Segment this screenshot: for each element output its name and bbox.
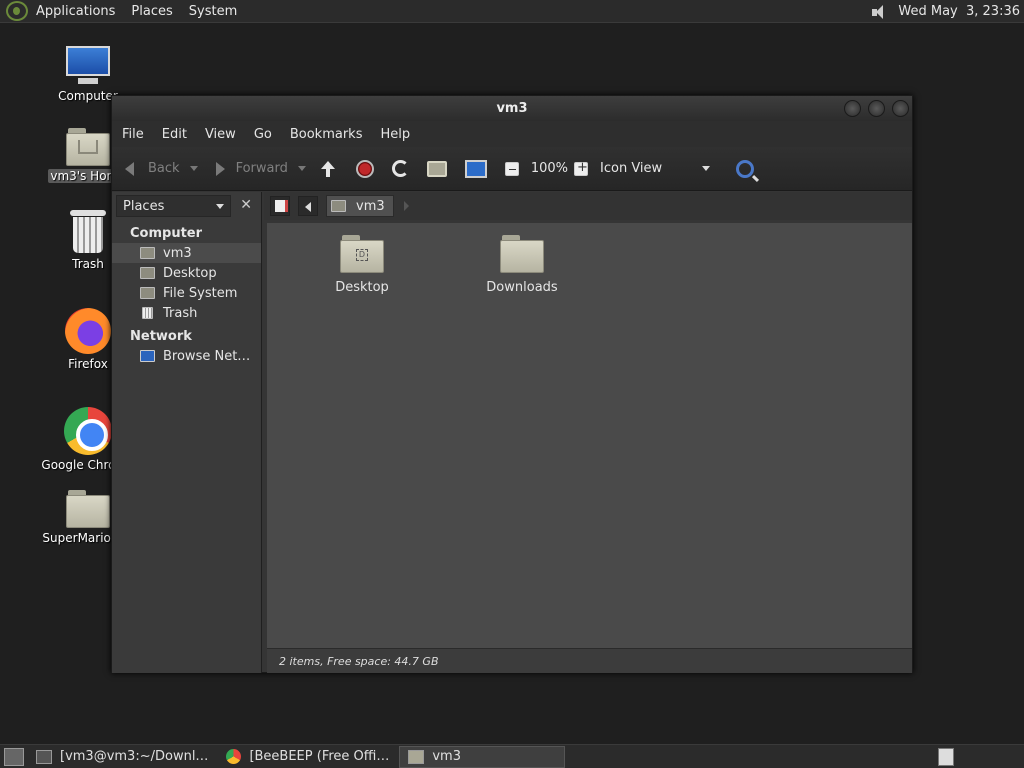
- home-icon: [331, 200, 346, 212]
- sidebar-section-network: Network: [130, 329, 192, 344]
- search-button[interactable]: [736, 159, 760, 178]
- sidebar-item-vm3[interactable]: vm3: [112, 243, 261, 263]
- top-panel: Applications Places System Wed May 3, 23…: [0, 0, 1024, 23]
- back-history-dropdown[interactable]: [189, 166, 198, 171]
- zoom-in-icon: [574, 160, 589, 176]
- zoom-out-button[interactable]: [504, 161, 525, 176]
- firefox-icon: [65, 308, 111, 354]
- sidebar-item-file-system[interactable]: File System: [112, 283, 261, 303]
- clock[interactable]: Wed May 3, 23:36: [898, 4, 1020, 19]
- folder-icon: [66, 490, 110, 528]
- drive-icon: [140, 287, 155, 299]
- home-icon: [140, 247, 155, 259]
- stop-icon: [355, 159, 374, 178]
- menu-edit[interactable]: Edit: [162, 127, 187, 142]
- up-arrow-icon: [318, 159, 338, 179]
- menu-bookmarks[interactable]: Bookmarks: [290, 127, 363, 142]
- close-sidebar-button[interactable]: ✕: [235, 195, 257, 217]
- minimize-button[interactable]: [844, 100, 861, 117]
- zoom-in-button[interactable]: [574, 160, 594, 176]
- computer-icon: [64, 46, 112, 86]
- forward-history-dropdown[interactable]: [297, 166, 306, 171]
- reload-icon: [391, 160, 409, 177]
- menu-file[interactable]: File: [122, 127, 144, 142]
- window-titlebar[interactable]: vm3: [112, 96, 912, 121]
- back-button[interactable]: Back: [122, 159, 198, 179]
- menu-places[interactable]: Places: [131, 4, 172, 19]
- menubar: File Edit View Go Bookmarks Help: [112, 121, 912, 147]
- sidebar-item-desktop[interactable]: Desktop: [112, 263, 261, 283]
- menu-help[interactable]: Help: [380, 127, 410, 142]
- workspace-switcher-1[interactable]: [938, 748, 954, 766]
- file-view[interactable]: D Desktop Downloads: [267, 223, 912, 648]
- trash-icon: [70, 210, 106, 254]
- menu-applications[interactable]: Applications: [36, 4, 115, 19]
- bottom-panel: [vm3@vm3:~/Downl… [BeeBEEP (Free Offi… v…: [0, 744, 1024, 768]
- gnome-foot-icon[interactable]: [6, 1, 28, 21]
- sidebar: Places ✕ Computer vm3 Desktop File Syste…: [112, 192, 262, 673]
- back-arrow-icon: [122, 159, 142, 179]
- view-mode-select[interactable]: Icon View: [600, 161, 711, 176]
- volume-icon[interactable]: [870, 3, 890, 21]
- terminal-icon: [36, 749, 52, 764]
- zoom-level: 100%: [530, 161, 569, 176]
- breadcrumb-vm3[interactable]: vm3: [326, 195, 394, 217]
- location-edit-button[interactable]: [270, 196, 290, 216]
- reload-button[interactable]: [391, 160, 415, 177]
- folder-icon: [408, 749, 425, 764]
- file-item-downloads[interactable]: Downloads: [477, 235, 567, 295]
- menu-system[interactable]: System: [189, 4, 237, 19]
- show-desktop-button[interactable]: [4, 747, 24, 766]
- close-button[interactable]: [892, 100, 909, 117]
- chevron-down-icon: [216, 203, 225, 209]
- home-folder-icon: [66, 128, 110, 166]
- computer-button[interactable]: [464, 159, 493, 178]
- sidebar-item-trash[interactable]: Trash: [112, 303, 261, 323]
- trash-icon: [142, 307, 153, 319]
- network-icon: [140, 350, 155, 362]
- taskbar-item-terminal[interactable]: [vm3@vm3:~/Downl…: [28, 746, 216, 768]
- home-button[interactable]: [426, 160, 453, 177]
- chrome-icon: [226, 749, 242, 764]
- taskbar-item-beebeep[interactable]: [BeeBEEP (Free Offi…: [218, 746, 397, 768]
- search-icon: [736, 159, 755, 178]
- forward-button[interactable]: Forward: [210, 159, 306, 179]
- desktop-folder-icon: D: [340, 235, 384, 273]
- file-item-desktop[interactable]: D Desktop: [317, 235, 407, 295]
- home-icon: [426, 160, 447, 177]
- menu-go[interactable]: Go: [254, 127, 272, 142]
- chrome-icon: [64, 407, 112, 455]
- desktop-folder-icon: [140, 267, 155, 279]
- sidebar-item-browse-network[interactable]: Browse Net…: [112, 346, 261, 366]
- forward-arrow-icon: [210, 159, 230, 179]
- sidebar-places-combo[interactable]: Places: [116, 195, 232, 217]
- menu-view[interactable]: View: [205, 127, 236, 142]
- stop-button[interactable]: [355, 159, 380, 178]
- folder-icon: [500, 235, 544, 273]
- path-scroll-left-button[interactable]: [298, 196, 318, 216]
- sidebar-section-computer: Computer: [130, 226, 203, 241]
- path-bar: vm3: [264, 192, 912, 220]
- status-bar: 2 items, Free space: 44.7 GB: [267, 648, 912, 673]
- up-button[interactable]: [318, 159, 344, 179]
- chevron-down-icon: [702, 166, 711, 171]
- file-manager-window: vm3 File Edit View Go Bookmarks Help Bac…: [111, 95, 913, 673]
- taskbar-item-vm3[interactable]: vm3: [399, 745, 566, 768]
- toolbar: Back Forward 100% Icon View: [112, 147, 912, 191]
- maximize-button[interactable]: [868, 100, 885, 117]
- computer-icon: [464, 159, 487, 178]
- zoom-out-icon: [504, 161, 519, 176]
- path-scroll-right-icon[interactable]: [403, 201, 409, 211]
- window-title: vm3: [496, 101, 528, 116]
